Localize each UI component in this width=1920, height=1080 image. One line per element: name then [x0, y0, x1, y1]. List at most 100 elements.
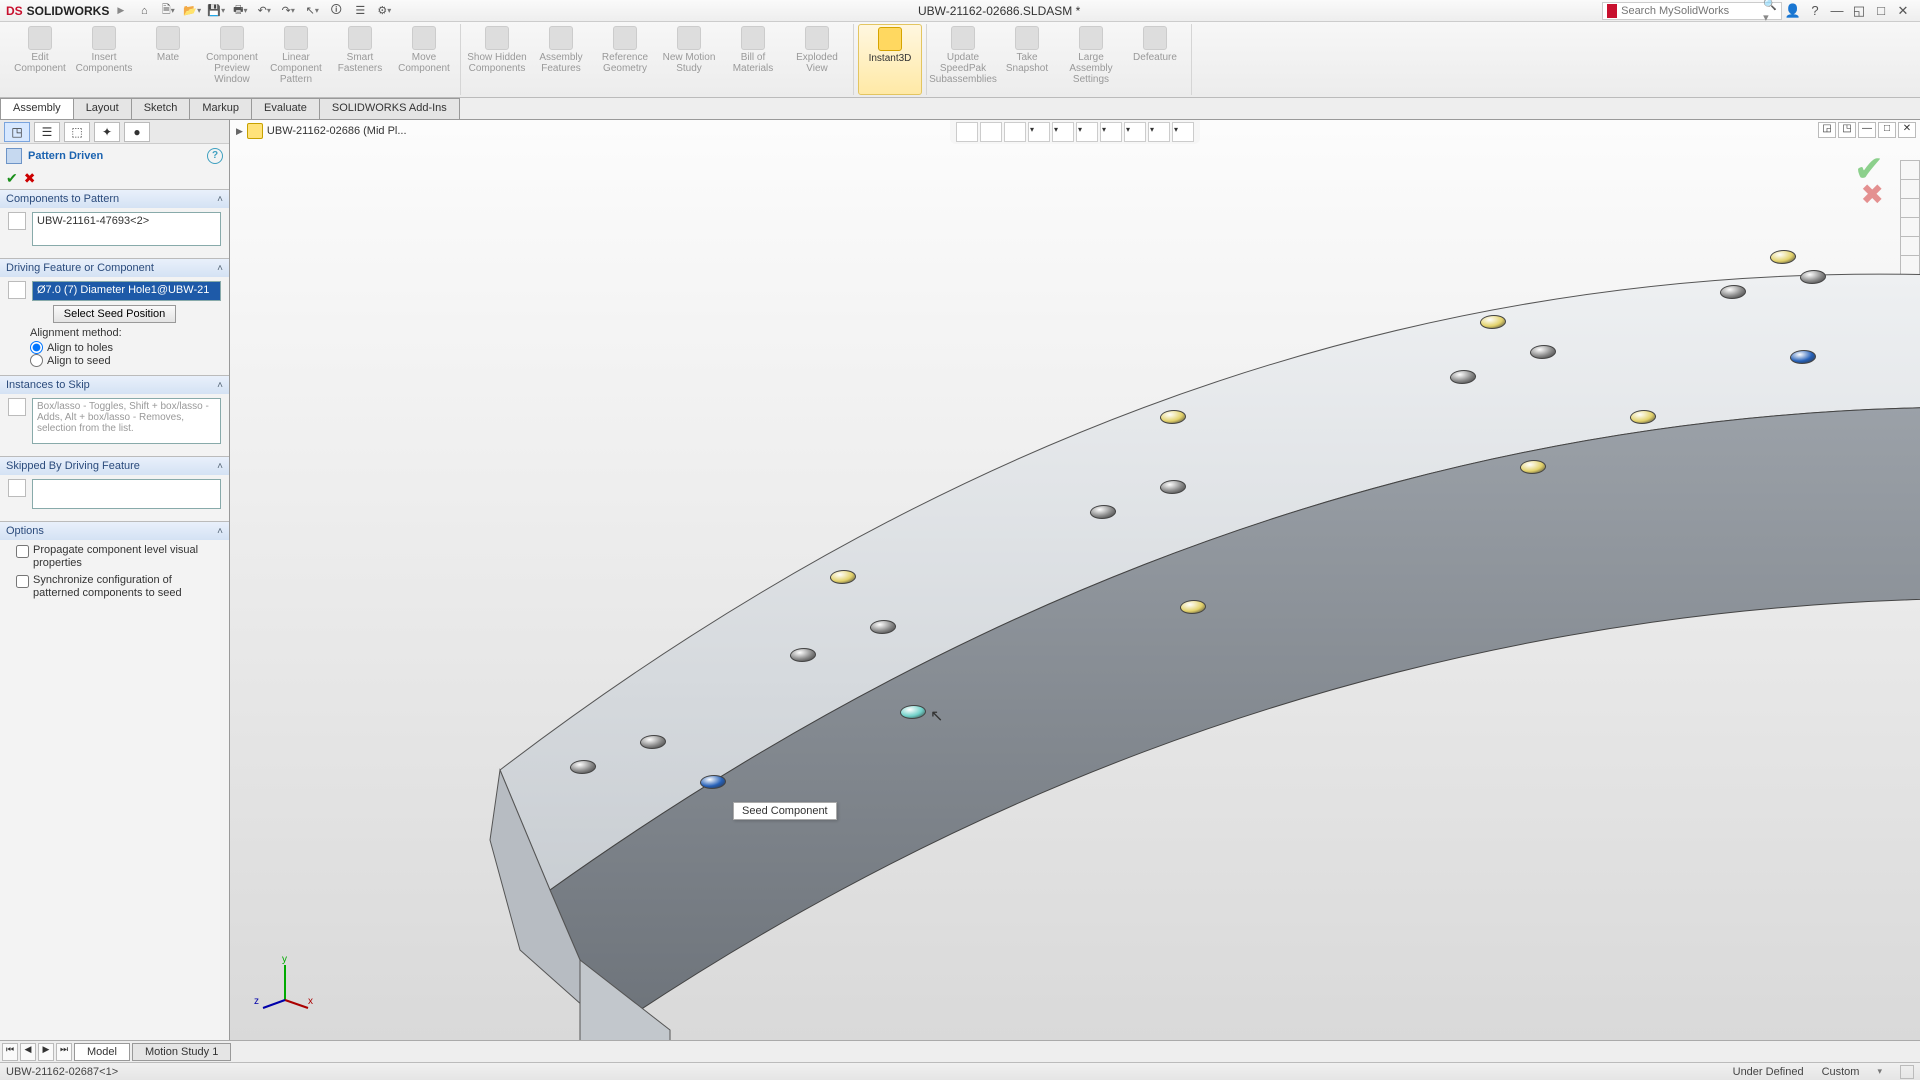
restore-button[interactable]: ◱ [1848, 3, 1870, 19]
pm-tab-config[interactable]: ⬚ [64, 122, 90, 142]
user-icon[interactable]: 👤 [1782, 3, 1804, 19]
open-icon[interactable]: 📂 [180, 1, 204, 21]
cmdtab-assembly[interactable]: Assembly [0, 98, 74, 119]
hole-instance[interactable] [829, 570, 857, 584]
ribbon-mate[interactable]: Mate [136, 24, 200, 95]
cmdtab-markup[interactable]: Markup [189, 98, 252, 119]
pm-tab-dim[interactable]: ✦ [94, 122, 120, 142]
ribbon-defeature[interactable]: Defeature [1123, 24, 1187, 95]
status-custom[interactable]: Custom [1822, 1066, 1860, 1078]
ribbon-take-snapshot[interactable]: Take Snapshot [995, 24, 1059, 95]
minimize-button[interactable]: — [1826, 3, 1848, 18]
ribbon-assembly-features[interactable]: Assembly Features [529, 24, 593, 95]
hole-instance[interactable] [1769, 250, 1797, 264]
pm-tab-feature[interactable]: ◳ [4, 122, 30, 142]
pm-help-icon[interactable]: ? [207, 148, 223, 164]
tab-nav-next[interactable]: ▶ [38, 1043, 54, 1061]
chk-propagate[interactable] [16, 545, 29, 558]
axis-x-label: x [308, 996, 313, 1007]
tab-nav-first[interactable]: ⏮ [2, 1043, 18, 1061]
hole-instance[interactable] [569, 760, 597, 774]
hole-instance[interactable] [789, 648, 817, 662]
home-icon[interactable]: ⌂ [132, 1, 156, 21]
rebuild-icon[interactable]: 🛈 [324, 1, 348, 21]
cmdtab-solidworks-add-ins[interactable]: SOLIDWORKS Add-Ins [319, 98, 460, 119]
hole-instance[interactable] [1719, 285, 1747, 299]
select-seed-button[interactable]: Select Seed Position [53, 305, 177, 323]
cmdtab-sketch[interactable]: Sketch [131, 98, 191, 119]
hole-instance[interactable] [899, 705, 927, 719]
hole-instance[interactable] [1159, 480, 1187, 494]
cmdtab-evaluate[interactable]: Evaluate [251, 98, 320, 119]
ribbon-smart-fasteners[interactable]: Smart Fasteners [328, 24, 392, 95]
ribbon-component-preview-window[interactable]: Component Preview Window [200, 24, 264, 95]
hole-instance[interactable] [1159, 410, 1187, 424]
ribbon-insert-components[interactable]: Insert Components [72, 24, 136, 95]
ribbon-reference-geometry[interactable]: Reference Geometry [593, 24, 657, 95]
chevron-right-icon[interactable]: ▶ [117, 5, 124, 16]
ribbon-exploded-view[interactable]: Exploded View [785, 24, 849, 95]
collapse-icon[interactable]: ˄ [217, 194, 223, 205]
collapse-icon[interactable]: ˄ [217, 380, 223, 391]
hole-instance[interactable] [1789, 350, 1817, 364]
hole-instance[interactable] [1479, 315, 1507, 329]
hole-instance[interactable] [869, 620, 897, 634]
options-list-icon[interactable]: ☰ [348, 1, 372, 21]
collapse-icon[interactable]: ˄ [217, 526, 223, 537]
save-icon[interactable]: 💾 [204, 1, 228, 21]
driving-feature-field[interactable]: Ø7.0 (7) Diameter Hole1@UBW-21 [32, 281, 221, 301]
radio-align-seed[interactable] [30, 354, 43, 367]
radio-align-holes[interactable] [30, 341, 43, 354]
status-extra-icon[interactable] [1900, 1065, 1914, 1079]
redo-icon[interactable]: ↷ [276, 1, 300, 21]
search-icon[interactable]: 🔍▾ [1763, 0, 1777, 24]
pm-tab-tree[interactable]: ☰ [34, 122, 60, 142]
ribbon-move-component[interactable]: Move Component [392, 24, 456, 95]
instances-skip-field[interactable]: Box/lasso - Toggles, Shift + box/lasso -… [32, 398, 221, 444]
undo-icon[interactable]: ↶ [252, 1, 276, 21]
graphics-viewport[interactable]: ▶ UBW-21162-02686 (Mid Pl... ◲ ◳ — □ ✕ ✔… [230, 120, 1920, 1040]
bottom-tab-model[interactable]: Model [74, 1043, 130, 1061]
bottom-tab-motion-study-1[interactable]: Motion Study 1 [132, 1043, 231, 1061]
tab-nav-prev[interactable]: ◀ [20, 1043, 36, 1061]
hole-instance[interactable] [1799, 270, 1827, 284]
collapse-icon[interactable]: ˄ [217, 461, 223, 472]
ribbon-show-hidden-components[interactable]: Show Hidden Components [465, 24, 529, 95]
collapse-icon[interactable]: ˄ [217, 263, 223, 274]
hole-instance[interactable] [1529, 345, 1557, 359]
ribbon-new-motion-study[interactable]: New Motion Study [657, 24, 721, 95]
hole-instance[interactable] [1449, 370, 1477, 384]
new-icon[interactable]: 🗎 [156, 1, 180, 21]
ribbon-instant3d[interactable]: Instant3D [858, 24, 922, 95]
gear-icon[interactable]: ⚙ [372, 1, 396, 21]
ribbon-linear-component-pattern[interactable]: Linear Component Pattern [264, 24, 328, 95]
search-box[interactable]: 🔍▾ [1602, 2, 1782, 20]
close-button[interactable]: ✕ [1892, 3, 1914, 19]
hole-instance[interactable] [1089, 505, 1117, 519]
hole-instance[interactable] [639, 735, 667, 749]
main-area: ◳ ☰ ⬚ ✦ ● Pattern Driven ? ✔ ✖ Component… [0, 120, 1920, 1040]
tab-nav-last[interactable]: ⏭ [56, 1043, 72, 1061]
cancel-button[interactable]: ✖ [24, 170, 36, 187]
ribbon-edit-component[interactable]: Edit Component [8, 24, 72, 95]
hole-instance[interactable] [1629, 410, 1657, 424]
help-icon[interactable]: ? [1804, 3, 1826, 18]
hole-instance[interactable] [1179, 600, 1207, 614]
accept-button[interactable]: ✔ [6, 170, 18, 187]
skipped-driving-field[interactable] [32, 479, 221, 509]
chk-sync[interactable] [16, 575, 29, 588]
hole-instance[interactable] [699, 775, 727, 789]
hole-instance[interactable] [1519, 460, 1547, 474]
select-icon[interactable]: ↖ [300, 1, 324, 21]
search-input[interactable] [1621, 5, 1763, 17]
maximize-button[interactable]: □ [1870, 3, 1892, 18]
cmdtab-layout[interactable]: Layout [73, 98, 132, 119]
print-icon[interactable]: 🖶 [228, 1, 252, 21]
ribbon-update-speedpak-subassemblies[interactable]: Update SpeedPak Subassemblies [931, 24, 995, 95]
cursor-icon: ↖ [930, 706, 943, 726]
ribbon-bill-of-materials[interactable]: Bill of Materials [721, 24, 785, 95]
components-list[interactable]: UBW-21161-47693<2> [32, 212, 221, 246]
ribbon-large-assembly-settings[interactable]: Large Assembly Settings [1059, 24, 1123, 95]
pm-tab-appearance[interactable]: ● [124, 122, 150, 142]
chk-sync-label: Synchronize configuration of patterned c… [33, 574, 221, 600]
